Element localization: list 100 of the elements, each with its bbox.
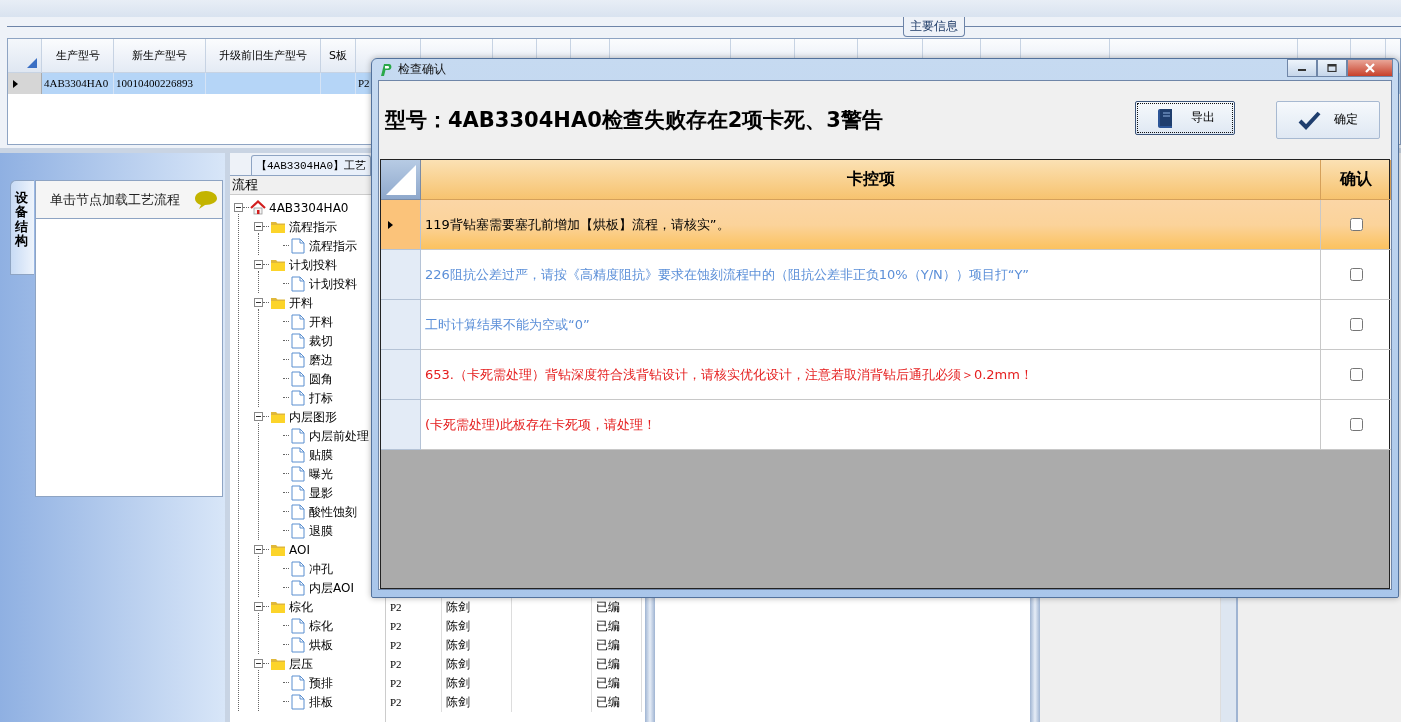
dialog-heading: 型号：4AB3304HA0检查失败存在2项卡死、3警告 bbox=[385, 106, 883, 134]
maximize-button[interactable] bbox=[1317, 59, 1347, 77]
tree-node[interactable]: 打标 bbox=[309, 389, 333, 406]
tree-node[interactable]: 开料 bbox=[309, 313, 333, 330]
close-button[interactable] bbox=[1347, 59, 1393, 77]
expand-toggle-icon[interactable] bbox=[254, 659, 263, 668]
tree-node[interactable]: 计划投料 bbox=[309, 275, 357, 292]
document-icon bbox=[290, 446, 306, 463]
document-icon bbox=[290, 389, 306, 406]
document-icon bbox=[290, 579, 306, 596]
document-icon bbox=[290, 522, 306, 539]
table-cell: 4AB3304HA0 bbox=[42, 73, 114, 94]
table-cell: 653.（卡死需处理）背钻深度符合浅背钻设计，请核实优化设计，注意若取消背钻后通孔必须＞0.2mm！ bbox=[425, 365, 1033, 384]
minimize-button[interactable] bbox=[1287, 59, 1317, 77]
table-cell: P2 bbox=[386, 636, 442, 655]
document-icon bbox=[290, 351, 306, 368]
tree-node[interactable]: 曝光 bbox=[309, 465, 333, 482]
document-icon bbox=[290, 275, 306, 292]
tree-node[interactable]: 贴膜 bbox=[309, 446, 333, 463]
document-icon bbox=[290, 503, 306, 520]
table-cell: 已编 bbox=[592, 617, 642, 636]
table-cell: P2 bbox=[386, 693, 442, 712]
confirm-checkbox[interactable] bbox=[1349, 418, 1363, 431]
table-cell: (卡死需处理)此板存在卡死项，请处理！ bbox=[425, 415, 657, 434]
table-cell: 119背钻塞需要塞孔前增加【烘板】流程，请核实”。 bbox=[425, 215, 730, 234]
expand-toggle-icon[interactable] bbox=[254, 222, 263, 231]
document-icon bbox=[290, 560, 306, 577]
confirm-checkbox[interactable] bbox=[1349, 368, 1363, 381]
table-cell: 已编 bbox=[592, 636, 642, 655]
table-cell: 陈剑 bbox=[442, 655, 512, 674]
tree-node[interactable]: 内层图形 bbox=[289, 408, 337, 425]
tree-node[interactable]: 棕化 bbox=[289, 598, 313, 615]
expand-toggle-icon[interactable] bbox=[254, 602, 263, 611]
expand-toggle-icon[interactable] bbox=[254, 412, 263, 421]
tree-node[interactable]: 酸性蚀刻 bbox=[309, 503, 357, 520]
hint-text: 单击节点加载工艺流程 bbox=[50, 190, 180, 209]
table-cell: 已编 bbox=[592, 674, 642, 693]
sort-corner-icon bbox=[25, 56, 39, 70]
tree-node[interactable]: 流程指示 bbox=[289, 218, 337, 235]
tree-node[interactable]: 圆角 bbox=[309, 370, 333, 387]
row-header[interactable] bbox=[8, 73, 42, 94]
document-icon bbox=[290, 617, 306, 634]
tree-node[interactable]: 4AB3304HA0 bbox=[269, 199, 349, 216]
tree-node[interactable]: 裁切 bbox=[309, 332, 333, 349]
table-cell: 工时计算结果不能为空或“0” bbox=[425, 315, 590, 334]
expand-toggle-icon[interactable] bbox=[254, 545, 263, 554]
table-cell: 陈剑 bbox=[442, 674, 512, 693]
tree-node[interactable]: 内层前处理 bbox=[309, 427, 369, 444]
table-cell: 已编 bbox=[592, 655, 642, 674]
confirm-button[interactable]: 确定 bbox=[1276, 100, 1380, 139]
row-pointer-icon bbox=[387, 219, 394, 230]
document-icon bbox=[290, 674, 306, 691]
tree-node[interactable]: 磨边 bbox=[309, 351, 333, 368]
tree-node[interactable]: 排板 bbox=[309, 693, 333, 710]
table-cell: 226阻抗公差过严，请按《高精度阻抗》要求在蚀刻流程中的（阻抗公差非正负10%（Y/N））项目打“Y” bbox=[425, 265, 1029, 284]
confirm-checkbox[interactable] bbox=[1349, 268, 1363, 281]
close-icon bbox=[1364, 63, 1376, 73]
tree-node[interactable]: 烘板 bbox=[309, 636, 333, 653]
tree-node[interactable]: 预排 bbox=[309, 674, 333, 691]
row-pointer-icon bbox=[12, 78, 19, 89]
document-icon bbox=[290, 465, 306, 482]
home-icon bbox=[250, 199, 266, 216]
tree-node[interactable]: 冲孔 bbox=[309, 560, 333, 577]
document-icon bbox=[290, 332, 306, 349]
table-cell: 已编 bbox=[592, 693, 642, 712]
expand-toggle-icon[interactable] bbox=[254, 298, 263, 307]
tree-node[interactable]: 层压 bbox=[289, 655, 313, 672]
tree-node[interactable]: 棕化 bbox=[309, 617, 333, 634]
document-icon bbox=[290, 636, 306, 653]
speech-bubble-icon bbox=[194, 189, 218, 210]
table-cell: 10010400226893 bbox=[114, 73, 206, 94]
table-cell: 陈剑 bbox=[442, 636, 512, 655]
tree-node[interactable]: AOI bbox=[289, 541, 310, 558]
document-icon bbox=[290, 313, 306, 330]
side-tab[interactable]: 设备结构 bbox=[10, 180, 34, 276]
table-cell: 陈剑 bbox=[442, 617, 512, 636]
table-cell: P2 bbox=[386, 674, 442, 693]
tree-node[interactable]: 内层AOI bbox=[309, 579, 354, 596]
tree-node[interactable]: 流程指示 bbox=[309, 237, 357, 254]
expand-toggle-icon[interactable] bbox=[234, 203, 243, 212]
document-icon bbox=[290, 484, 306, 501]
confirm-checkbox[interactable] bbox=[1349, 218, 1363, 231]
document-icon bbox=[290, 237, 306, 254]
process-tab[interactable]: 【4AB3304HA0】工艺 bbox=[251, 155, 371, 175]
table-cell: P2 bbox=[386, 655, 442, 674]
app-logo-icon bbox=[379, 62, 393, 77]
group-title: 主要信息 bbox=[903, 17, 965, 37]
document-icon bbox=[290, 370, 306, 387]
maximize-icon bbox=[1327, 64, 1337, 72]
expand-toggle-icon[interactable] bbox=[254, 260, 263, 269]
export-button[interactable]: 导出 bbox=[1135, 100, 1235, 135]
tree-node[interactable]: 计划投料 bbox=[289, 256, 337, 273]
document-icon bbox=[290, 427, 306, 444]
table-cell: P2 bbox=[386, 617, 442, 636]
tree-node[interactable]: 显影 bbox=[309, 484, 333, 501]
tree-node[interactable]: 退膜 bbox=[309, 522, 333, 539]
table-cell: 陈剑 bbox=[442, 693, 512, 712]
tree-node[interactable]: 开料 bbox=[289, 294, 313, 311]
confirm-checkbox[interactable] bbox=[1349, 318, 1363, 331]
document-icon bbox=[290, 693, 306, 710]
